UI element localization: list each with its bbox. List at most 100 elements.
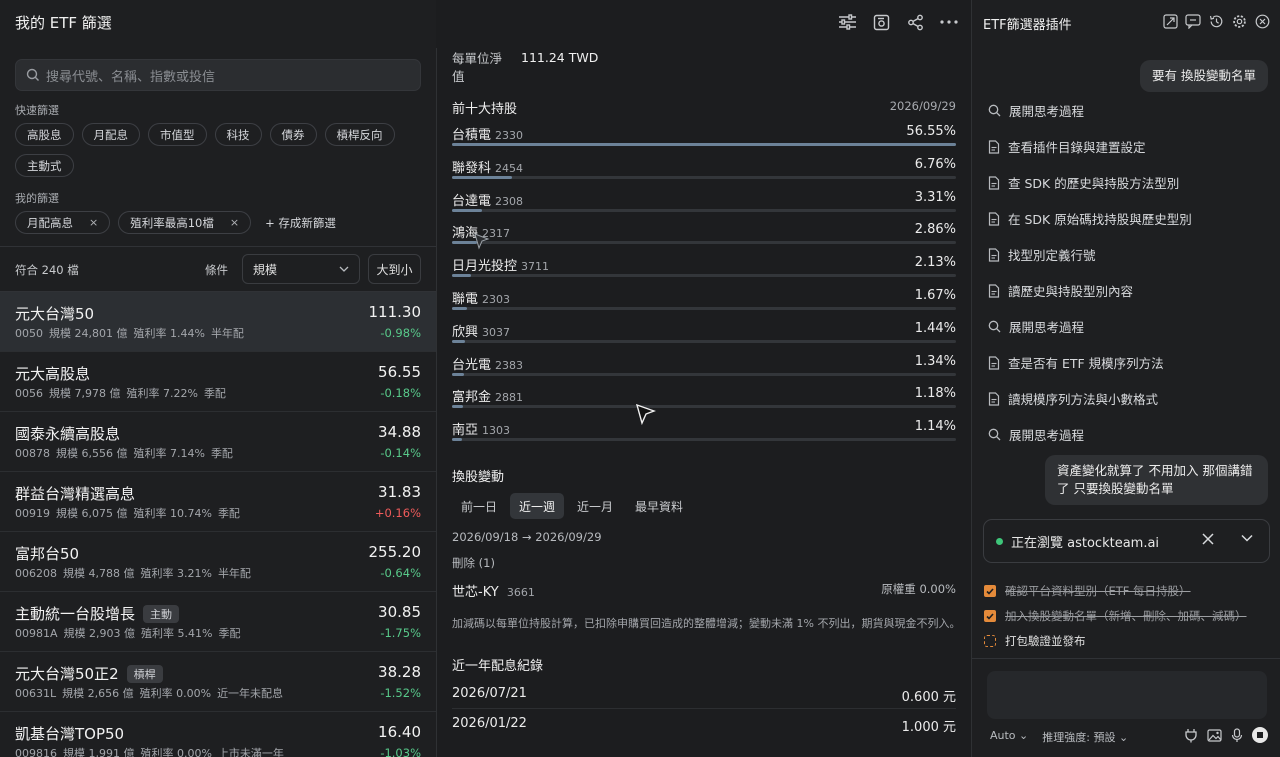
quick-filter-chip[interactable]: 市值型 — [148, 123, 207, 146]
agent-step[interactable]: 查 SDK 的歷史與持股方法型別 — [988, 173, 1179, 192]
etf-frequency: 半年配 — [217, 567, 251, 580]
etf-list: 元大台灣50 0050 規模 24,801 億殖利率 1.44% 半年配 111.30 -… — [0, 292, 436, 757]
top-holdings-title: 前十大持股 — [452, 102, 518, 117]
model-select[interactable]: Auto ⌄ — [990, 729, 1028, 745]
changes-range-tab[interactable]: 近一月 — [568, 493, 622, 519]
sort-field-select[interactable]: 規模 — [242, 254, 360, 284]
sort-order-button[interactable]: 大到小 — [368, 254, 421, 284]
save-icon[interactable] — [871, 12, 891, 32]
quick-filter-chip[interactable]: 槓桿反向 — [324, 123, 395, 146]
remove-filter-icon[interactable]: × — [89, 216, 98, 229]
etf-change: -0.18% — [380, 386, 421, 400]
etf-row[interactable]: 凱基台灣TOP50 009816 規模 1,991 億殖利率 0.00% 上市未滿一年… — [0, 712, 436, 757]
quick-filter-chip[interactable]: 科技 — [214, 123, 262, 146]
quick-filter-chip[interactable]: 高股息 — [15, 123, 74, 146]
etf-price: 31.83 — [378, 483, 421, 501]
filter-sliders-icon[interactable] — [837, 12, 857, 32]
agent-step[interactable]: 查是否有 ETF 規模序列方法 — [988, 353, 1164, 372]
holding-weight: 1.67% — [914, 288, 956, 303]
etf-row[interactable]: 元大台灣50正2 槓桿 00631L 規模 2,656 億殖利率 0.00% 近一年未配… — [0, 652, 436, 712]
holding-name: 台光電 2383 — [452, 357, 524, 373]
etf-frequency: 季配 — [203, 387, 226, 400]
holding-weight-fill — [452, 339, 465, 343]
share-icon[interactable] — [905, 12, 925, 32]
holding-weight-bar — [452, 208, 956, 212]
agent-step-label: 查 SDK 的歷史與持股方法型別 — [1008, 176, 1180, 191]
holding-code: 3037 — [482, 325, 511, 339]
todo-text: 加入換股變動名單（新增、刪除、加碼、減碼） — [1005, 609, 1247, 623]
remove-filter-icon[interactable]: × — [230, 216, 239, 229]
agent-step[interactable]: 讀歷史與持股型別內容 — [988, 281, 1133, 300]
agent-step[interactable]: 在 SDK 原始碼找持股與歷史型別 — [988, 209, 1192, 228]
agent-step[interactable]: 查看插件目錄與建置設定 — [988, 137, 1146, 156]
reasoning-select[interactable]: 推理強度: 預設 ⌄ — [1042, 729, 1128, 745]
removed-row: 世芯-KY 3661 原權重 0.00% — [452, 581, 956, 600]
holding-weight: 2.86% — [914, 222, 956, 238]
quick-filter-chip[interactable]: 主動式 — [15, 154, 74, 177]
close-icon[interactable] — [1201, 532, 1215, 546]
assistant-toolbar — [1162, 13, 1270, 29]
agent-step-label: 展開思考過程 — [1009, 320, 1085, 335]
search-input[interactable]: 搜尋代號、名稱、指數或投信 — [15, 59, 421, 91]
etf-scale: 規模 4,788 億 — [63, 567, 135, 580]
etf-row[interactable]: 群益台灣精選高息 00919 規模 6,075 億殖利率 10.74% 季配 31.83… — [0, 472, 436, 532]
etf-code: 006208 — [15, 567, 57, 580]
close-icon[interactable] — [1254, 13, 1270, 29]
my-filter-chip[interactable]: 月配高息 × — [15, 211, 111, 234]
changes-range-tab[interactable]: 近一週 — [510, 493, 565, 519]
agent-step[interactable]: 找型別定義行號 — [988, 245, 1096, 264]
assistant-panel: ETF篩選器插件 要有 換股變動名單 展開思考過程 查看插件目錄與建置設定查 SD… — [972, 0, 1280, 757]
gear-icon[interactable] — [1231, 13, 1247, 29]
file-icon — [988, 247, 1000, 262]
agent-step[interactable]: 讀規模序列方法與小數格式 — [988, 389, 1158, 408]
quick-filter-chip[interactable]: 月配息 — [81, 123, 140, 146]
image-icon[interactable] — [1207, 728, 1222, 742]
holding-weight-fill — [452, 438, 463, 442]
etf-frequency: 季配 — [210, 447, 233, 460]
dividend-amount: 0.600 元 — [901, 690, 956, 705]
etf-frequency: 上市未滿一年 — [217, 747, 284, 757]
stop-button[interactable] — [1252, 727, 1268, 743]
more-icon[interactable] — [939, 12, 959, 32]
etf-row[interactable]: 主動統一台股增長 主動 00981A 規模 2,903 億殖利率 5.41% 季配 30.… — [0, 592, 436, 652]
chevron-down-icon[interactable] — [1241, 534, 1253, 542]
agent-step[interactable]: 展開思考過程 — [988, 101, 1084, 120]
divider — [972, 658, 1280, 659]
holding-row: 欣興 3037 1.44% — [452, 321, 956, 351]
chat-input[interactable] — [987, 671, 1267, 719]
etf-change: -0.64% — [380, 566, 421, 580]
etf-row[interactable]: 國泰永續高股息 00878 規模 6,556 億殖利率 7.14% 季配 34.88 -0… — [0, 412, 436, 472]
agent-step[interactable]: 展開思考過程 — [988, 425, 1084, 444]
changes-range-tab[interactable]: 最早資料 — [626, 493, 692, 519]
etf-name: 主動統一台股增長 主動 — [15, 603, 180, 624]
etf-price: 56.55 — [378, 363, 421, 381]
holding-weight-fill — [452, 143, 956, 146]
etf-row[interactable]: 富邦台50 006208 規模 4,788 億殖利率 3.21% 半年配 255.20 -… — [0, 532, 436, 592]
save-filter-button[interactable]: + 存成新篩選 — [259, 211, 336, 234]
changes-range-tab[interactable]: 前一日 — [452, 493, 506, 519]
holding-row: 台光電 2383 1.34% — [452, 354, 956, 384]
cursor-icon — [636, 404, 656, 426]
holding-weight-bar — [452, 143, 956, 146]
etf-row[interactable]: 元大台灣50 0050 規模 24,801 億殖利率 1.44% 半年配 111.30 -… — [0, 292, 436, 352]
quick-filter-chip[interactable]: 債券 — [269, 123, 317, 146]
expand-icon[interactable] — [1162, 13, 1178, 29]
etf-change: -1.03% — [380, 746, 421, 757]
my-filter-chips: 月配高息 × 殖利率最高10檔 × + 存成新篩選 — [15, 211, 435, 234]
history-icon[interactable] — [1208, 13, 1224, 29]
holding-weight-fill — [452, 274, 471, 278]
etf-name: 群益台灣精選高息 — [15, 485, 136, 503]
etf-change: +0.16% — [374, 506, 421, 520]
etf-row[interactable]: 元大高股息 0056 規模 7,978 億殖利率 7.22% 季配 56.55 -0.18… — [0, 352, 436, 412]
agent-step[interactable]: 展開思考過程 — [988, 317, 1084, 336]
todo-item: 打包驗證並發布 — [984, 633, 1086, 649]
etf-scale: 規模 2,903 億 — [63, 627, 136, 640]
nav-value: 111.24 TWD — [521, 50, 599, 65]
chevron-down-icon — [339, 266, 349, 272]
microphone-icon[interactable] — [1231, 727, 1243, 743]
my-filter-chip[interactable]: 殖利率最高10檔 × — [118, 211, 252, 234]
new-chat-icon[interactable] — [1185, 13, 1201, 29]
holding-name: 日月光投控 3711 — [452, 259, 550, 275]
plug-icon[interactable] — [1184, 728, 1198, 743]
browsing-text: 正在瀏覽 astockteam.ai — [1011, 535, 1160, 551]
